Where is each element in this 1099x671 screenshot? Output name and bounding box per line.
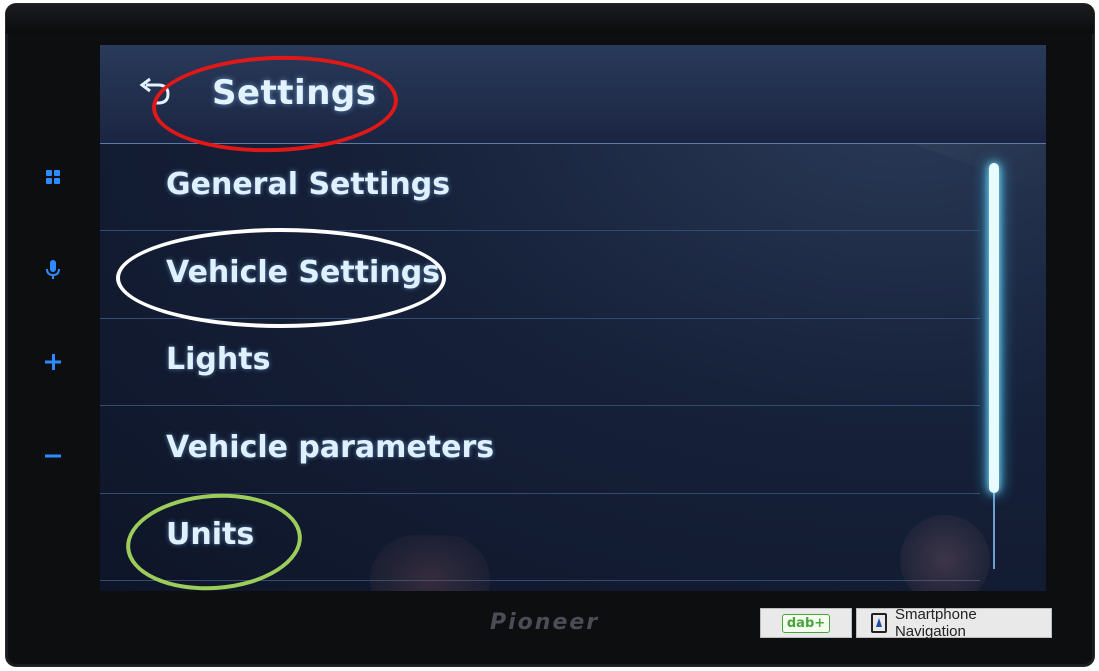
volume-down-button[interactable] xyxy=(40,443,66,469)
finger-reflection xyxy=(370,535,490,591)
menu-item-vehicle-parameters[interactable]: Vehicle parameters xyxy=(100,406,980,494)
plus-icon xyxy=(45,354,61,370)
apps-grid-icon xyxy=(46,170,60,184)
menu-item-general-settings[interactable]: General Settings xyxy=(100,143,980,231)
minus-icon xyxy=(45,454,61,458)
brand-logo: Pioneer xyxy=(490,610,600,635)
navigation-icon xyxy=(871,613,887,633)
menu-item-label: Lights xyxy=(166,342,271,377)
annotation-circle-white xyxy=(116,228,446,328)
scrollbar-thumb[interactable] xyxy=(989,163,999,493)
apps-button[interactable] xyxy=(40,164,66,190)
menu-item-label: General Settings xyxy=(166,167,451,202)
microphone-icon xyxy=(46,260,60,279)
voice-button[interactable] xyxy=(40,257,66,283)
menu-item-lights[interactable]: Lights xyxy=(100,318,980,406)
dab-badge-text: dab+ xyxy=(781,613,831,633)
smartphone-navigation-text: Smartphone Navigation xyxy=(894,606,977,640)
menu-item-label: Vehicle parameters xyxy=(166,430,495,465)
volume-up-button[interactable] xyxy=(40,349,66,375)
bezel-top xyxy=(6,4,1094,34)
dab-badge: dab+ xyxy=(760,608,852,638)
smartphone-navigation-badge: Smartphone Navigation xyxy=(856,606,1052,640)
